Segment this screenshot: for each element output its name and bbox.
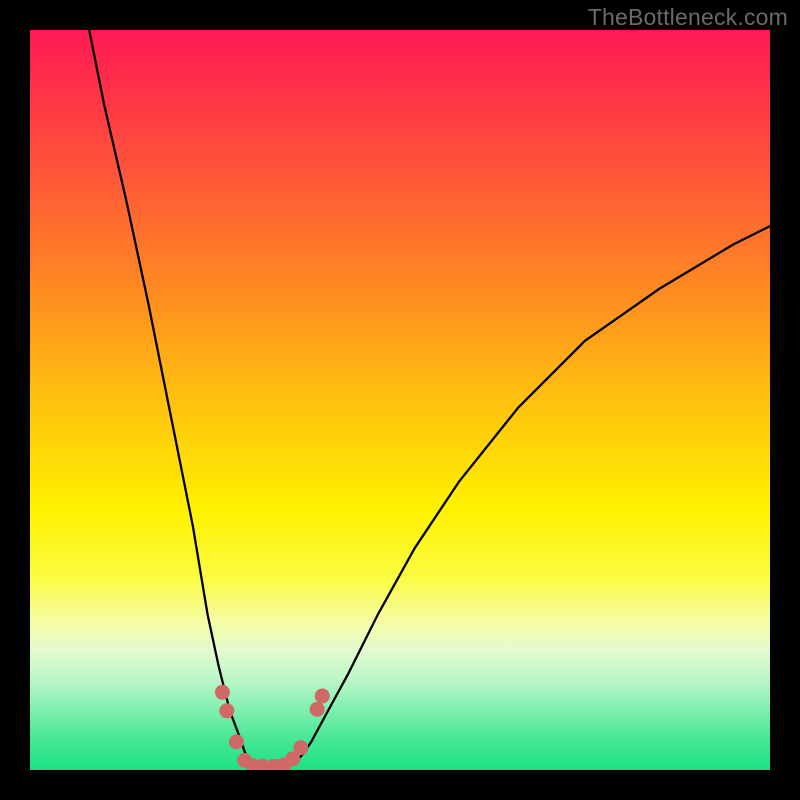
data-marker: [293, 740, 308, 755]
bottleneck-curve-left: [89, 30, 259, 766]
plot-area: [30, 30, 770, 770]
bottleneck-curve-right: [289, 226, 770, 766]
data-marker: [310, 702, 325, 717]
data-marker: [219, 703, 234, 718]
data-marker: [215, 685, 230, 700]
chart-frame: TheBottleneck.com: [0, 0, 800, 800]
curve-layer: [30, 30, 770, 770]
watermark-label: TheBottleneck.com: [588, 4, 788, 31]
data-marker: [315, 689, 330, 704]
data-marker: [229, 734, 244, 749]
